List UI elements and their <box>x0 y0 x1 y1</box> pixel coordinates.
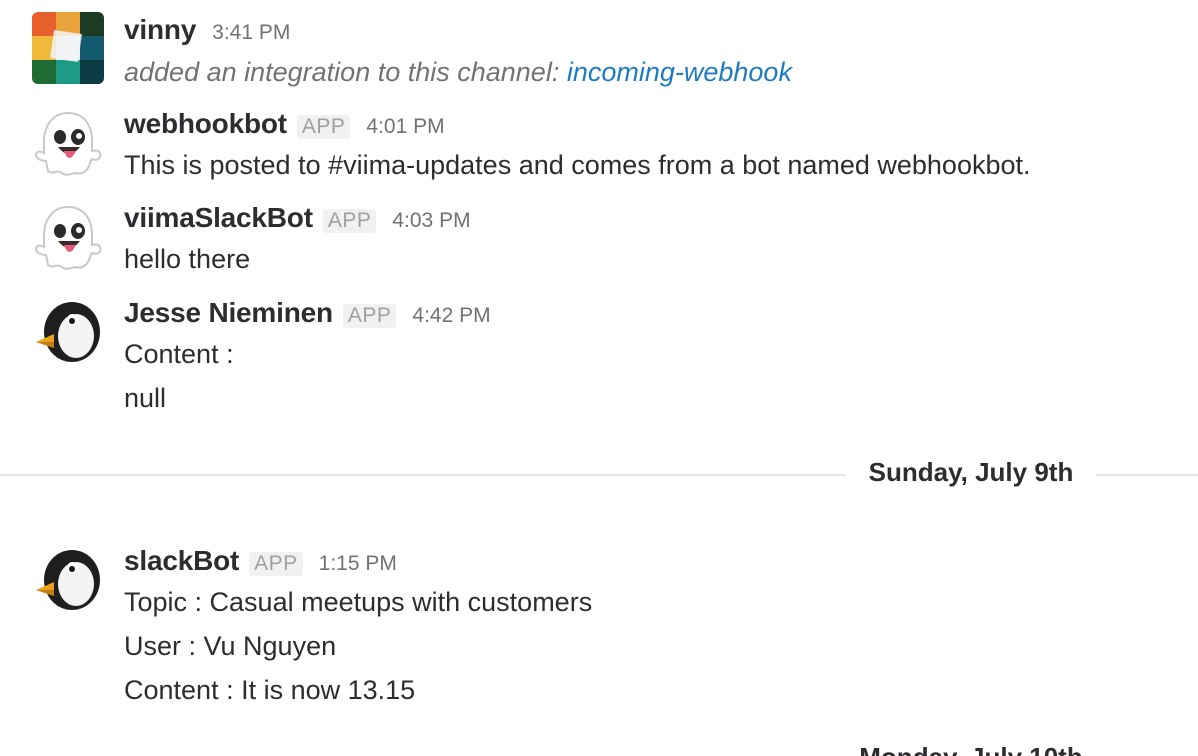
message-header: vinny 3:41 PM <box>124 14 290 46</box>
slack-logo-icon[interactable] <box>32 12 104 84</box>
message-header: slackBot APP 1:15 PM <box>124 545 397 577</box>
message-text: Content : It is now 13.15 <box>124 675 416 705</box>
system-message-text: added an integration to this channel: <box>124 57 567 87</box>
divider-rule <box>0 474 846 476</box>
penguin-icon[interactable] <box>32 544 104 616</box>
timestamp[interactable]: 4:03 PM <box>392 209 470 233</box>
message-text: This is posted to #viima-updates and com… <box>124 150 1031 180</box>
sender-name[interactable]: slackBot <box>124 545 239 577</box>
app-badge: APP <box>342 304 397 328</box>
next-day-divider-label[interactable]: Monday, July 10th <box>846 742 1096 756</box>
timestamp[interactable]: 4:42 PM <box>412 304 490 328</box>
message-text: Content : <box>124 339 234 369</box>
timestamp[interactable]: 1:15 PM <box>319 552 397 576</box>
ghost-icon[interactable] <box>32 107 104 179</box>
message-text: null <box>124 383 167 413</box>
app-badge: APP <box>296 115 351 139</box>
divider-rule <box>1096 474 1198 476</box>
day-divider: Sunday, July 9th <box>0 457 1198 487</box>
sender-name[interactable]: webhookbot <box>124 108 287 140</box>
app-badge: APP <box>322 209 377 233</box>
integration-link[interactable]: incoming-webhook <box>567 57 792 87</box>
message-text: Topic : Casual meetups with customers <box>124 587 593 617</box>
message-header: webhookbot APP 4:01 PM <box>124 108 445 140</box>
day-divider-label[interactable]: Sunday, July 9th <box>846 457 1096 488</box>
timestamp[interactable]: 3:41 PM <box>212 21 290 45</box>
message-text: User : Vu Nguyen <box>124 631 337 661</box>
sender-name[interactable]: vinny <box>124 14 196 46</box>
system-message: added an integration to this channel: in… <box>124 55 792 89</box>
timestamp[interactable]: 4:01 PM <box>366 115 444 139</box>
app-badge: APP <box>249 552 303 576</box>
message-text: hello there <box>124 244 251 274</box>
penguin-icon[interactable] <box>32 296 104 368</box>
sender-name[interactable]: viimaSlackBot <box>124 202 313 234</box>
message-header: Jesse Nieminen APP 4:42 PM <box>124 297 491 329</box>
sender-name[interactable]: Jesse Nieminen <box>124 297 333 329</box>
message-header: viimaSlackBot APP 4:03 PM <box>124 202 471 234</box>
ghost-icon[interactable] <box>32 201 104 273</box>
